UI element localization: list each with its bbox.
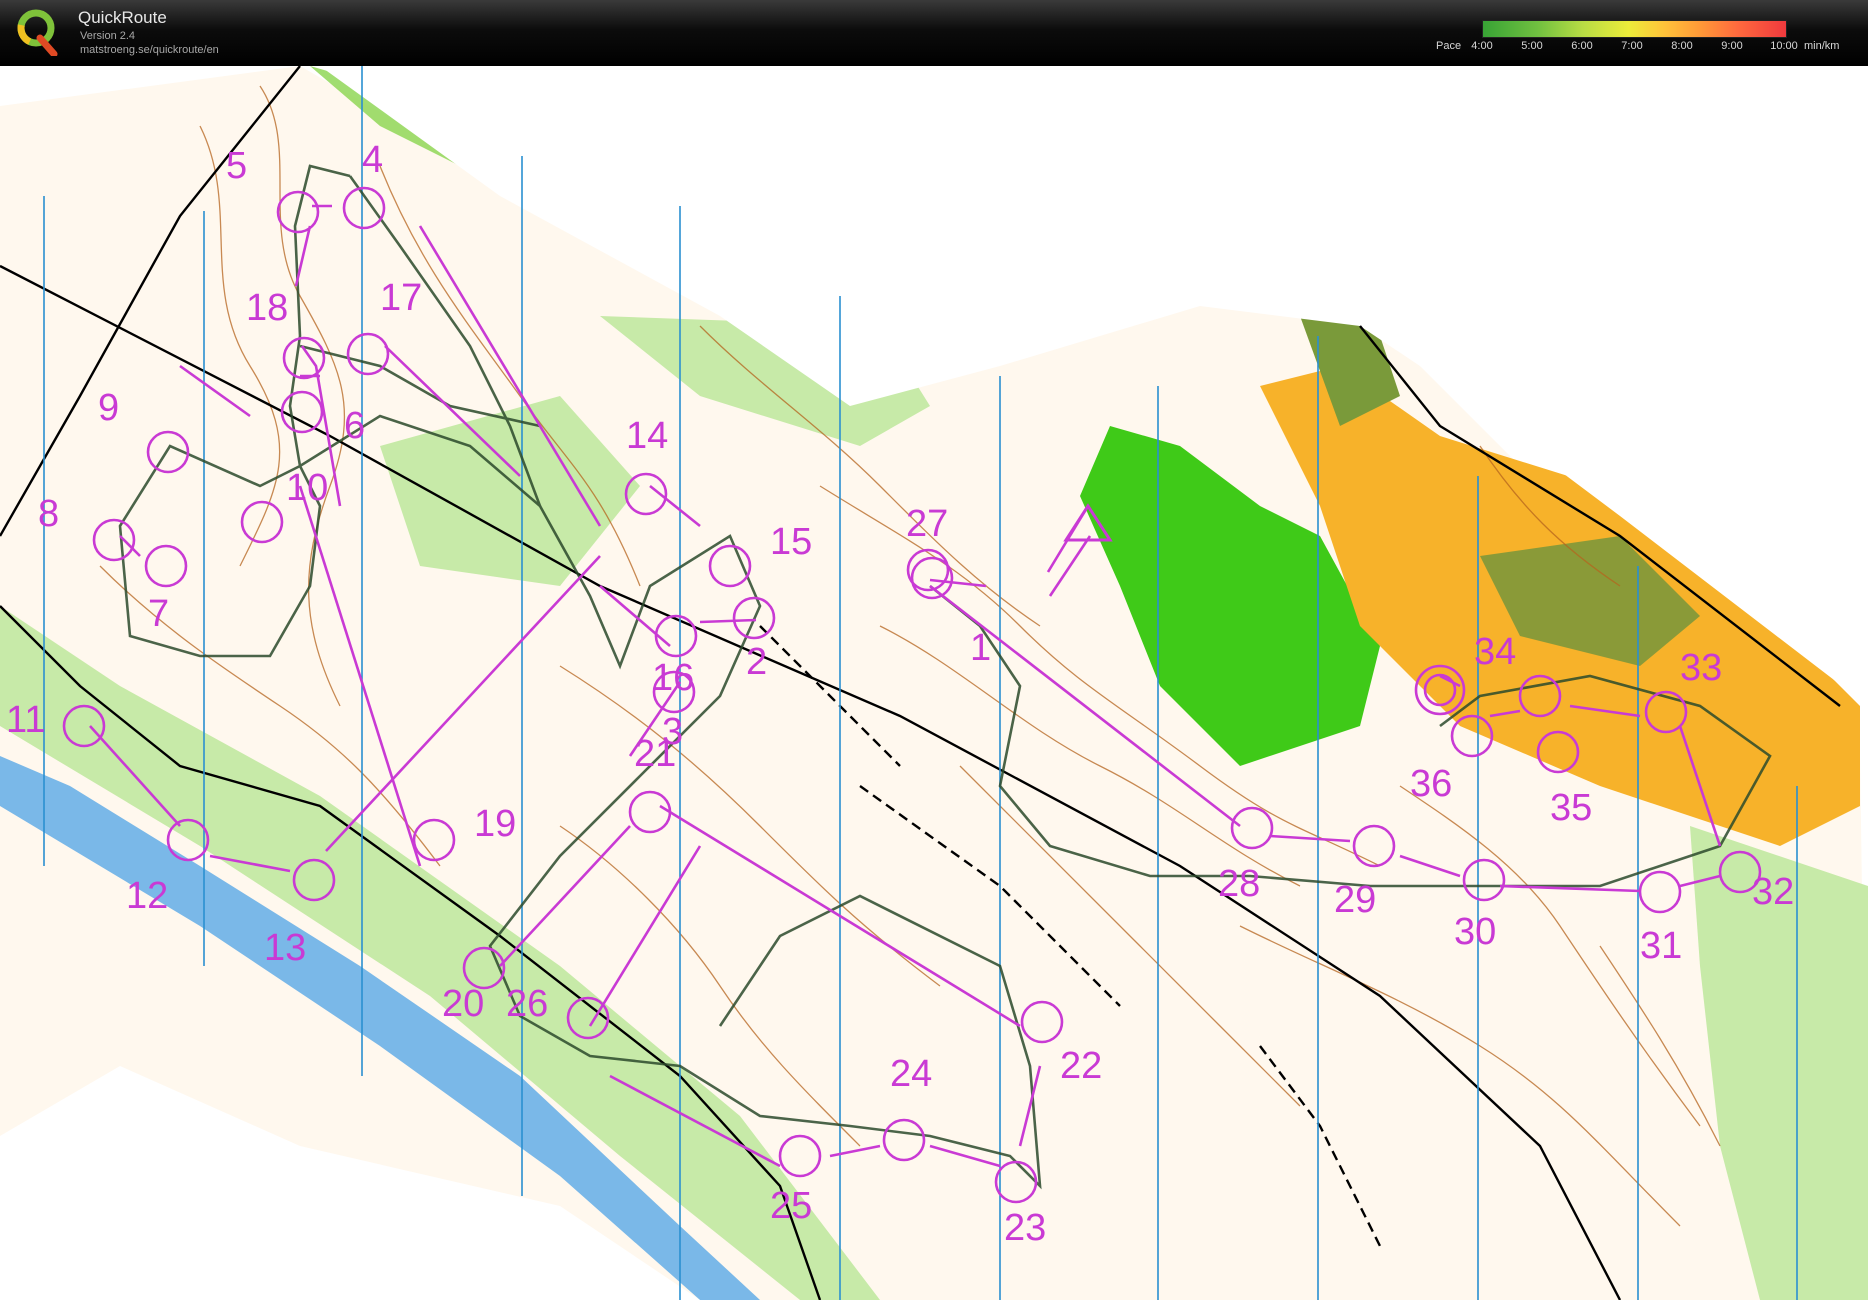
control-number: 30 [1454,911,1496,953]
control-number: 5 [226,145,247,187]
pace-color-scale [1482,20,1787,38]
control-number: 29 [1334,879,1376,921]
pace-tick: 7:00 [1621,40,1643,52]
title-bar: QuickRoute Version 2.4 matstroeng.se/qui… [0,0,1868,66]
control-number: 22 [1060,1045,1102,1087]
control-number: 31 [1640,925,1682,967]
control-number: 36 [1410,763,1452,805]
pace-tick: 9:00 [1721,40,1743,52]
pace-tick: 5:00 [1521,40,1543,52]
control-number: 20 [442,983,484,1025]
control-number: 33 [1680,647,1722,689]
control-number: 2 [746,641,767,683]
control-number: 10 [286,467,328,509]
control-number: 1 [970,627,991,669]
control-number: 4 [362,139,383,181]
control-number: 17 [380,277,422,319]
pace-label: Pace [1436,40,1462,52]
pace-tick: 8:00 [1671,40,1693,52]
control-number: 13 [264,927,306,969]
control-number: 12 [126,875,168,917]
control-number: 23 [1004,1207,1046,1249]
control-number: 26 [506,983,548,1025]
control-number: 19 [474,803,516,845]
control-number: 21 [634,733,676,775]
pace-tick: 10:00 [1770,40,1798,52]
app-title: QuickRoute [78,8,167,27]
pace-tick: 6:00 [1571,40,1593,52]
control-number: 9 [98,387,119,429]
control-number: 32 [1752,871,1794,913]
control-number: 8 [38,493,59,535]
control-number: 16 [652,657,694,699]
control-number: 28 [1218,863,1260,905]
pace-unit: min/km [1804,40,1840,52]
pace-tick: 4:00 [1471,40,1493,52]
control-number: 7 [148,593,169,635]
control-number: 6 [344,405,365,447]
control-number: 34 [1474,631,1516,673]
control-number: 35 [1550,787,1592,829]
app-url[interactable]: matstroeng.se/quickroute/en [80,44,219,56]
control-number: 27 [906,503,948,545]
orienteering-map[interactable]: 1 2 3 4 5 6 7 8 9 10 11 12 13 14 15 16 1… [0,66,1868,1300]
control-number: 18 [246,287,288,329]
pace-legend: Pace 4:00 5:00 6:00 7:00 8:00 9:00 10:00… [1432,16,1862,56]
app-version: Version 2.4 [80,30,136,42]
control-number: 14 [626,415,668,457]
control-number: 24 [890,1053,932,1095]
control-number: 25 [770,1185,812,1227]
control-number: 15 [770,521,812,563]
quickroute-q-logo-icon [17,9,58,56]
terrain-background [0,66,1868,1300]
control-number: 11 [6,699,45,741]
